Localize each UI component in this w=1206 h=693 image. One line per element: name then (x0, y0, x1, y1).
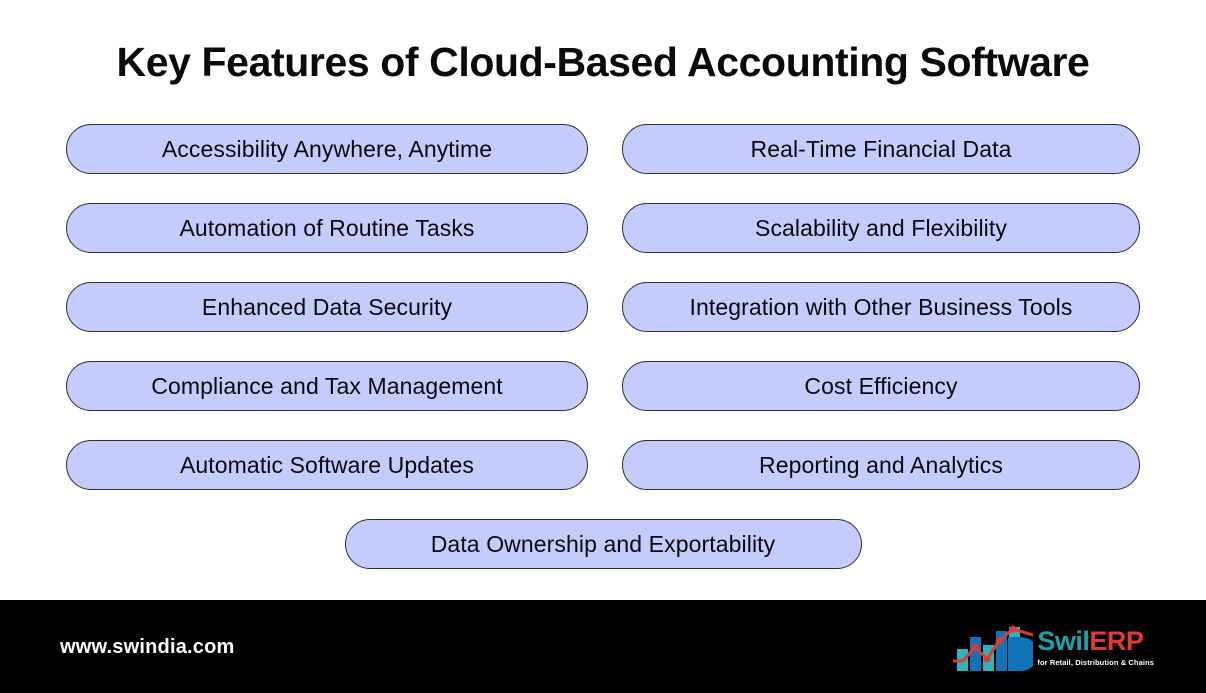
feature-grid: Accessibility Anywhere, Anytime Real-Tim… (66, 124, 1140, 569)
feature-pill: Integration with Other Business Tools (622, 282, 1140, 332)
feature-row-final: Data Ownership and Exportability (66, 519, 1140, 569)
feature-pill: Enhanced Data Security (66, 282, 588, 332)
feature-pill: Accessibility Anywhere, Anytime (66, 124, 588, 174)
feature-pill: Cost Efficiency (622, 361, 1140, 411)
logo-brand-primary: Swil (1037, 625, 1090, 656)
website-url: www.swindia.com (60, 636, 235, 658)
feature-row: Automatic Software Updates Reporting and… (66, 440, 1140, 490)
brand-logo: SwilERP for Retail, Distribution & Chain… (953, 618, 1154, 676)
logo-wordmark: SwilERP (1037, 625, 1154, 656)
feature-row: Accessibility Anywhere, Anytime Real-Tim… (66, 124, 1140, 174)
feature-pill: Data Ownership and Exportability (344, 519, 862, 569)
feature-pill: Reporting and Analytics (622, 440, 1140, 490)
logo-wordmark-group: SwilERP for Retail, Distribution & Chain… (1037, 625, 1154, 667)
slide-canvas: Key Features of Cloud-Based Accounting S… (0, 0, 1206, 693)
feature-pill: Scalability and Flexibility (622, 203, 1140, 253)
feature-pill: Real-Time Financial Data (622, 124, 1140, 174)
feature-row: Enhanced Data Security Integration with … (66, 282, 1140, 332)
feature-row: Automation of Routine Tasks Scalability … (66, 203, 1140, 253)
feature-pill: Compliance and Tax Management (66, 361, 588, 411)
feature-pill: Automation of Routine Tasks (66, 203, 588, 253)
logo-brand-secondary: ERP (1089, 625, 1144, 656)
page-title: Key Features of Cloud-Based Accounting S… (116, 39, 1090, 85)
logo-tagline: for Retail, Distribution & Chains (1037, 657, 1154, 667)
footer-bar: www.swindia.com SwilERP for Retail, Dist… (0, 600, 1206, 693)
feature-pill: Automatic Software Updates (66, 440, 588, 490)
feature-row: Compliance and Tax Management Cost Effic… (66, 361, 1140, 411)
bar-chart-growth-icon (953, 625, 1034, 671)
